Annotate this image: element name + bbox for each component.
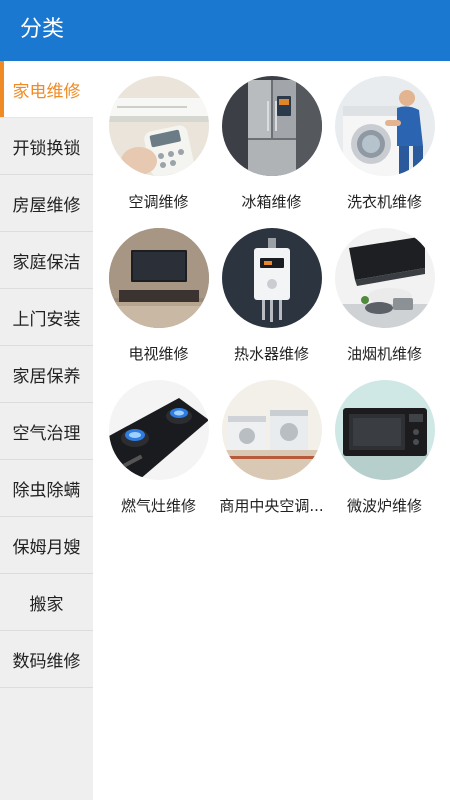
water-heater-image: [222, 228, 322, 328]
sidebar-item-label: 除虫除螨: [12, 480, 81, 501]
category-microwave[interactable]: 微波炉维修: [327, 374, 442, 526]
sidebar-item-label: 搬家: [29, 594, 64, 615]
central-ac-image: [222, 380, 322, 480]
category-washing-machine[interactable]: 洗衣机维修: [327, 70, 442, 222]
sidebar-item-label: 开锁换锁: [12, 138, 81, 159]
sidebar-item-installation[interactable]: 上门安装: [0, 289, 93, 346]
sidebar-item-house-repair[interactable]: 房屋维修: [0, 175, 93, 232]
category-label: 油烟机维修: [346, 345, 422, 363]
sidebar-item-nanny[interactable]: 保姆月嫂: [0, 517, 93, 574]
category-label: 热水器维修: [233, 345, 309, 363]
sidebar-item-lock-service[interactable]: 开锁换锁: [0, 118, 93, 175]
sidebar-item-moving[interactable]: 搬家: [0, 574, 93, 631]
category-label: 燃气灶维修: [120, 497, 196, 515]
category-television[interactable]: 电视维修: [101, 222, 216, 374]
range-hood-image: [335, 228, 435, 328]
sidebar-item-label: 家电维修: [12, 81, 81, 102]
washing-machine-image: [335, 76, 435, 176]
category-label: 微波炉维修: [346, 497, 422, 515]
sidebar-item-appliance-repair[interactable]: 家电维修: [0, 61, 93, 118]
sidebar-item-label: 家居保养: [12, 366, 81, 387]
category-label: 空调维修: [128, 193, 189, 211]
microwave-image: [335, 380, 435, 480]
category-refrigerator[interactable]: 冰箱维修: [214, 70, 329, 222]
category-label: 冰箱维修: [241, 193, 302, 211]
sidebar-item-home-cleaning[interactable]: 家庭保洁: [0, 232, 93, 289]
television-image: [109, 228, 209, 328]
category-label: 商用中央空调...: [219, 497, 324, 515]
category-sidebar: 家电维修 开锁换锁 房屋维修 家庭保洁 上门安装 家居保养 空气治理 除虫除螨 …: [0, 61, 93, 800]
category-water-heater[interactable]: 热水器维修: [214, 222, 329, 374]
category-central-ac[interactable]: 商用中央空调...: [214, 374, 329, 526]
sidebar-item-pest-control[interactable]: 除虫除螨: [0, 460, 93, 517]
gas-stove-image: [109, 380, 209, 480]
category-label: 洗衣机维修: [346, 193, 422, 211]
sidebar-item-label: 上门安装: [12, 309, 81, 330]
sidebar-item-air-treatment[interactable]: 空气治理: [0, 403, 93, 460]
air-conditioner-image: [109, 76, 209, 176]
sidebar-item-label: 家庭保洁: [12, 252, 81, 273]
sidebar-item-label: 房屋维修: [12, 195, 81, 216]
sidebar-item-label: 保姆月嫂: [12, 537, 81, 558]
category-label: 电视维修: [128, 345, 189, 363]
sidebar-item-home-maintenance[interactable]: 家居保养: [0, 346, 93, 403]
app-header: 分类: [0, 0, 450, 61]
sidebar-item-label: 空气治理: [12, 423, 81, 444]
category-gas-stove[interactable]: 燃气灶维修: [101, 374, 216, 526]
category-range-hood[interactable]: 油烟机维修: [327, 222, 442, 374]
sidebar-item-digital-repair[interactable]: 数码维修: [0, 631, 93, 688]
refrigerator-image: [222, 76, 322, 176]
category-air-conditioner[interactable]: 空调维修: [101, 70, 216, 222]
page-title: 分类: [20, 17, 65, 42]
sidebar-item-label: 数码维修: [12, 651, 81, 672]
